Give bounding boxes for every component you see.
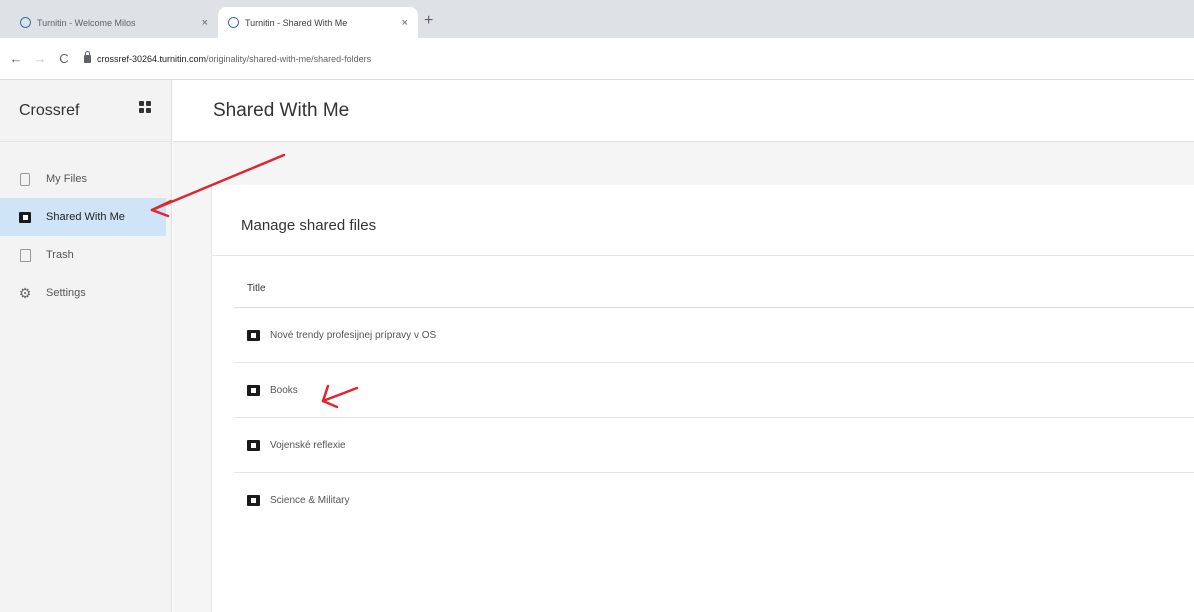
- page-title: Shared With Me: [213, 99, 350, 121]
- sidebar-item-my-files[interactable]: My Files: [0, 160, 171, 198]
- sidebar-item-label: Settings: [46, 287, 86, 299]
- url-path: /originality/shared-with-me/shared-folde…: [206, 53, 372, 64]
- shared-folder-icon: [19, 211, 31, 224]
- back-icon[interactable]: ←: [8, 51, 24, 66]
- sidebar-item-label: Trash: [46, 249, 74, 261]
- forward-icon[interactable]: →: [32, 51, 48, 66]
- sidebar-nav: My Files Shared With Me Trash ⚙ Settings: [0, 160, 171, 312]
- main-area: Shared With Me Manage shared files Title…: [173, 80, 1194, 612]
- lock-icon: [84, 50, 91, 63]
- folder-title[interactable]: Science & Military: [270, 495, 349, 506]
- sidebar-item-shared-with-me[interactable]: Shared With Me: [0, 198, 166, 236]
- browser-tab-bar: Turnitin - Welcome Milos × Turnitin - Sh…: [0, 0, 1194, 38]
- folder-title[interactable]: Vojenské reflexie: [270, 440, 346, 451]
- table-row[interactable]: Science & Military: [234, 473, 1194, 528]
- url-field[interactable]: crossref-30264.turnitin.com /originality…: [84, 50, 372, 64]
- sidebar: Crossref My Files Shared With Me Trash ⚙…: [0, 80, 172, 612]
- close-icon[interactable]: ×: [402, 17, 408, 29]
- shared-folder-icon: [247, 329, 260, 341]
- folder-title[interactable]: Books: [270, 385, 298, 396]
- sidebar-item-label: My Files: [46, 173, 87, 185]
- shared-folder-icon: [247, 384, 260, 396]
- tab-title: Turnitin - Shared With Me: [245, 17, 348, 28]
- reload-icon[interactable]: C: [56, 51, 72, 66]
- table-row[interactable]: Vojenské reflexie: [234, 418, 1194, 473]
- sidebar-header: Crossref: [0, 80, 171, 142]
- divider: [212, 255, 1194, 256]
- close-icon[interactable]: ×: [202, 17, 208, 29]
- sidebar-item-label: Shared With Me: [46, 211, 125, 223]
- browser-tab-welcome[interactable]: Turnitin - Welcome Milos ×: [10, 7, 218, 38]
- gear-icon: ⚙: [18, 285, 32, 301]
- shared-files-table: Title Nové trendy profesijnej prípravy v…: [234, 270, 1194, 528]
- url-host: crossref-30264.turnitin.com: [97, 53, 207, 64]
- table-row[interactable]: Nové trendy profesijnej prípravy v OS: [234, 308, 1194, 363]
- trash-icon: [19, 248, 31, 262]
- shared-files-card: Manage shared files Title Nové trendy pr…: [211, 185, 1194, 612]
- file-icon: [19, 172, 31, 186]
- table-row[interactable]: Books: [234, 363, 1194, 418]
- turnitin-favicon-icon: [20, 17, 31, 28]
- sidebar-item-trash[interactable]: Trash: [0, 236, 171, 274]
- folder-title[interactable]: Nové trendy profesijnej prípravy v OS: [270, 330, 436, 341]
- apps-grid-icon[interactable]: [139, 101, 151, 113]
- new-tab-icon[interactable]: +: [424, 12, 433, 30]
- shared-folder-icon: [247, 495, 260, 506]
- column-header-title[interactable]: Title: [234, 270, 1194, 308]
- browser-tab-shared[interactable]: Turnitin - Shared With Me ×: [218, 7, 418, 38]
- page-header: Shared With Me: [173, 80, 1194, 142]
- tab-title: Turnitin - Welcome Milos: [37, 17, 136, 28]
- turnitin-favicon-icon: [228, 17, 239, 28]
- card-title: Manage shared files: [241, 217, 377, 234]
- address-bar: ← → C crossref-30264.turnitin.com /origi…: [0, 38, 1194, 80]
- shared-folder-icon: [247, 439, 260, 451]
- brand-name: Crossref: [19, 101, 80, 119]
- sidebar-item-settings[interactable]: ⚙ Settings: [0, 274, 171, 312]
